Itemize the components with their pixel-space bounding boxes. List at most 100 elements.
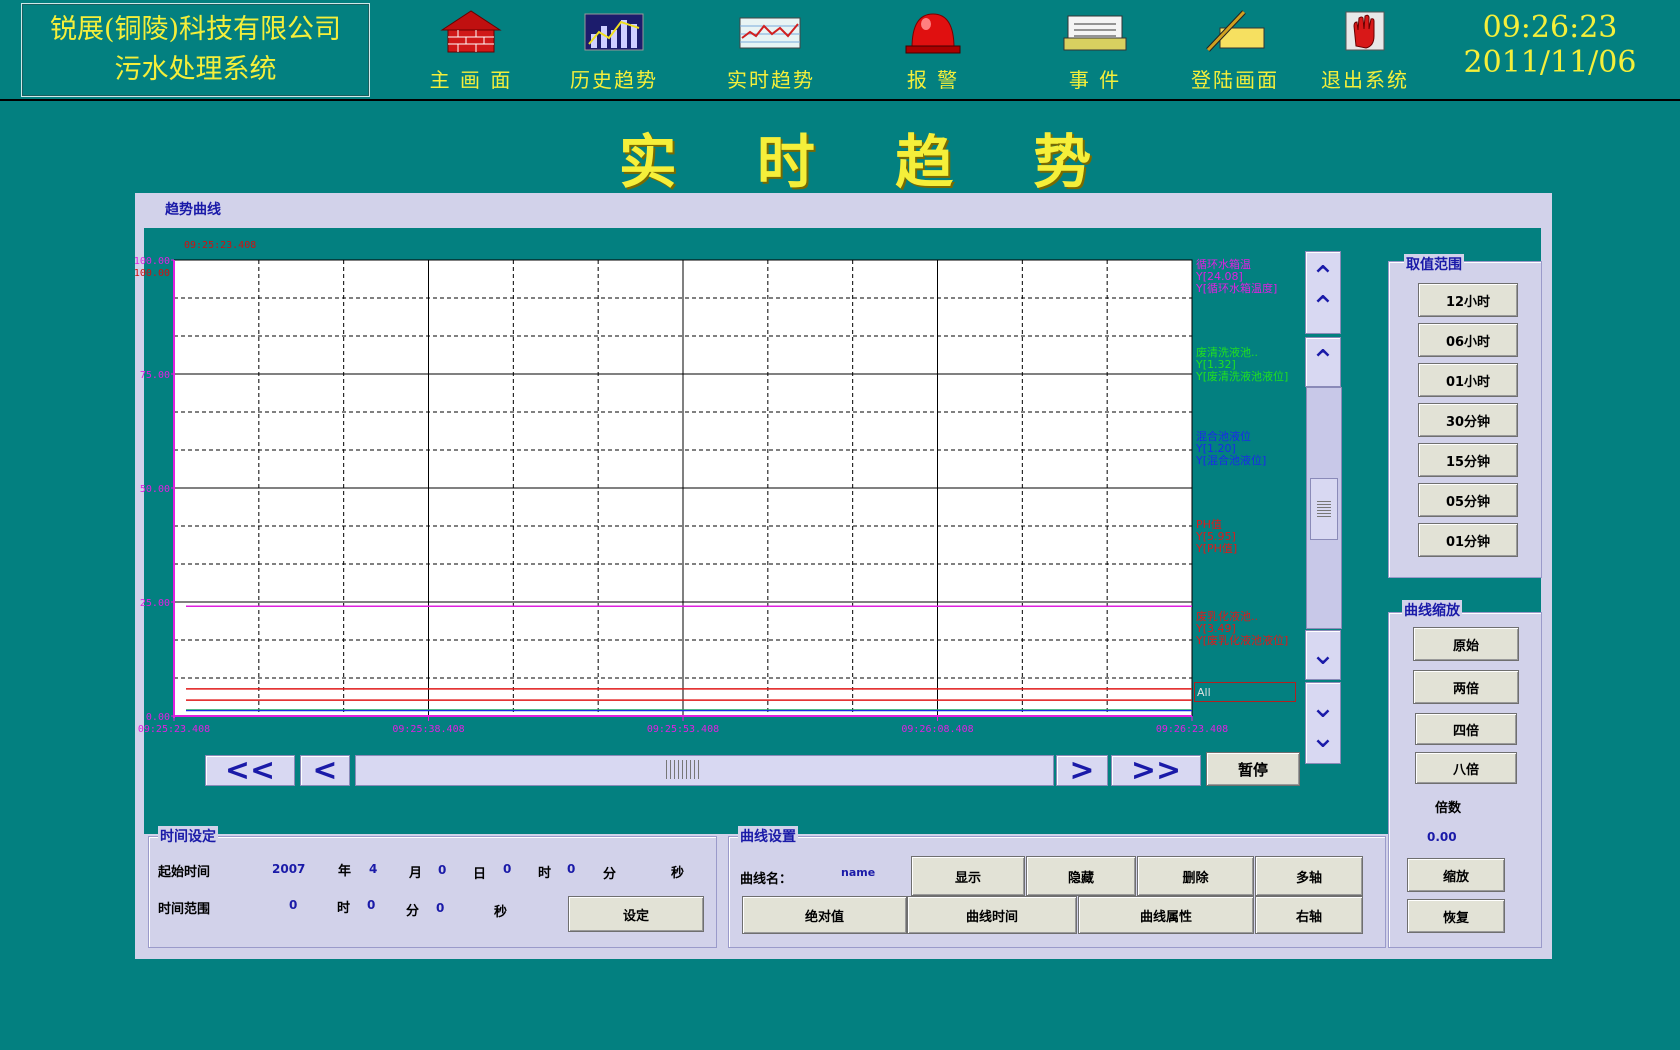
time-set-button[interactable]: 设定 xyxy=(568,896,704,932)
zoom-original-button[interactable]: 原始 xyxy=(1413,627,1519,661)
current-date: 2011/11/06 xyxy=(1463,45,1637,80)
nav-events[interactable]: 事 件 xyxy=(1030,8,1160,92)
range-minute-unit: 分 xyxy=(406,904,420,919)
y-tick-label: 0.00 xyxy=(146,712,170,723)
zoom-apply-button[interactable]: 缩放 xyxy=(1407,858,1505,892)
range-button[interactable]: 12小时 xyxy=(1418,283,1518,317)
nav-login[interactable]: 登陆画面 xyxy=(1170,8,1300,92)
range-button[interactable]: 05分钟 xyxy=(1418,483,1518,517)
y-tick-label: 50.00 xyxy=(140,484,170,495)
range-second-unit: 秒 xyxy=(494,905,508,920)
range-second-field[interactable]: 0 xyxy=(436,901,444,915)
clock: 09:26:23 2011/11/06 xyxy=(1455,10,1645,80)
alarm-light-icon xyxy=(905,13,961,54)
zoom-4x-button[interactable]: 四倍 xyxy=(1415,713,1517,745)
year-unit: 年 xyxy=(338,864,352,879)
nav-label: 历史趋势 xyxy=(570,68,658,92)
panel-tab-label: 趋势曲线 xyxy=(165,202,221,218)
zoom-2x-button[interactable]: 两倍 xyxy=(1413,670,1519,704)
month-unit: 月 xyxy=(409,866,423,881)
range-button[interactable]: 30分钟 xyxy=(1418,403,1518,437)
curve-name-value[interactable]: name xyxy=(841,866,875,879)
legend-filter-value: All xyxy=(1197,686,1211,699)
zoom-8x-button[interactable]: 八倍 xyxy=(1415,752,1517,784)
system-name: 污水处理系统 xyxy=(114,54,277,85)
minute-unit: 分 xyxy=(603,867,617,882)
scroll-prev-button[interactable]: < xyxy=(300,753,350,788)
range-hour-field[interactable]: 0 xyxy=(289,898,297,912)
line-chart-icon xyxy=(739,17,801,49)
curve-absolute-button[interactable]: 绝对值 xyxy=(742,896,907,934)
curve-name-label: 曲线名： xyxy=(740,872,793,887)
start-day-field[interactable]: 0 xyxy=(438,863,446,877)
legend-entry-text: 混合池液位 xyxy=(1196,429,1251,443)
curve-right-axis-button[interactable]: 右轴 xyxy=(1255,896,1363,934)
zoom-restore-button[interactable]: 恢复 xyxy=(1407,899,1505,933)
range-button[interactable]: 15分钟 xyxy=(1418,443,1518,477)
start-minute-field[interactable]: 0 xyxy=(567,862,575,876)
horizontal-scroll-track[interactable] xyxy=(355,755,1054,786)
scroll-bottom-button[interactable]: ⌄ ⌄ xyxy=(1305,682,1341,764)
nav-alarm[interactable]: 报 警 xyxy=(868,8,998,92)
range-button[interactable]: 06小时 xyxy=(1418,323,1518,357)
range-minute-field[interactable]: 0 xyxy=(367,898,375,912)
start-year-field[interactable]: 2007 xyxy=(272,862,305,876)
start-hour-field[interactable]: 0 xyxy=(503,862,511,876)
trend-chart[interactable]: 100.00 75.00 50.00 25.00 0.00 100.00 09:25:23.… xyxy=(124,240,1304,740)
curve-multi-axis-button[interactable]: 多轴 xyxy=(1255,856,1363,896)
left-icon: < xyxy=(312,753,338,788)
x-tick-label: 09:26:23.408 xyxy=(1156,724,1228,735)
vertical-scroll-track[interactable] xyxy=(1306,387,1342,629)
scroll-top-button[interactable]: ⌃ ⌃ xyxy=(1305,251,1341,334)
time-range-label: 时间范围 xyxy=(158,902,211,917)
down-icon: ⌄ xyxy=(1310,637,1336,672)
nav-label: 报 警 xyxy=(906,68,960,92)
hour-unit: 时 xyxy=(538,866,552,881)
y-tick-label: 25.00 xyxy=(140,598,170,609)
double-down-icon: ⌄ ⌄ xyxy=(1310,690,1336,755)
curve-time-button[interactable]: 曲线时间 xyxy=(907,896,1077,934)
double-up-icon: ⌃ ⌃ xyxy=(1310,259,1336,325)
y-tick-label: 100.00 xyxy=(134,256,170,267)
pause-button[interactable]: 暂停 xyxy=(1206,752,1300,786)
y-tick-label-secondary: 100.00 xyxy=(134,268,170,279)
scroll-first-button[interactable]: << xyxy=(205,753,295,788)
legend-filter-box[interactable]: All xyxy=(1194,682,1296,702)
time-group-title: 时间设定 xyxy=(158,826,218,846)
nav-realtime-trend[interactable]: 实时趋势 xyxy=(706,8,836,92)
start-time-label: 起始时间 xyxy=(158,865,211,880)
scroll-next-button[interactable]: > xyxy=(1056,753,1108,788)
range-hour-unit: 时 xyxy=(337,901,351,916)
curve-hide-button[interactable]: 隐藏 xyxy=(1026,856,1136,896)
curve-group-title: 曲线设置 xyxy=(738,826,798,846)
zoom-factor-value: 0.00 xyxy=(1427,830,1457,844)
x-tick-label: 09:25:53.408 xyxy=(647,724,719,735)
nav-main-screen[interactable]: 主 画 面 xyxy=(406,8,536,92)
horizontal-scroll-thumb[interactable] xyxy=(663,760,699,779)
legend-entry-text: Y[废清洗液池液位] xyxy=(1195,369,1288,383)
scroll-down-button[interactable]: ⌄ xyxy=(1305,630,1341,680)
bar-chart-icon xyxy=(584,13,644,51)
range-group-title: 取值范围 xyxy=(1404,254,1464,274)
zoom-factor-label: 倍数 xyxy=(1435,801,1462,816)
nav-exit[interactable]: 退出系统 xyxy=(1300,8,1430,92)
range-button[interactable]: 01小时 xyxy=(1418,363,1518,397)
day-unit: 日 xyxy=(473,867,487,882)
stop-hand-icon xyxy=(1345,11,1385,51)
up-icon: ⌃ xyxy=(1310,344,1336,379)
curve-delete-button[interactable]: 删除 xyxy=(1137,856,1254,896)
right-icon: > xyxy=(1069,753,1095,788)
legend-entry-text: 废乳化液池.. xyxy=(1196,609,1258,623)
curve-properties-button[interactable]: 曲线属性 xyxy=(1078,896,1254,934)
legend-entry-text: Y[废乳化液池液位] xyxy=(1195,633,1288,647)
house-icon xyxy=(440,10,502,53)
curve-show-button[interactable]: 显示 xyxy=(911,856,1025,896)
nav-history-trend[interactable]: 历史趋势 xyxy=(549,8,679,92)
scroll-up-button[interactable]: ⌃ xyxy=(1305,337,1341,387)
vertical-scroll-thumb[interactable] xyxy=(1310,478,1338,540)
scroll-last-button[interactable]: >> xyxy=(1111,753,1201,788)
nav-label: 主 画 面 xyxy=(429,68,513,92)
range-button[interactable]: 01分钟 xyxy=(1418,523,1518,557)
x-tick-label: 09:26:08.408 xyxy=(901,724,973,735)
start-month-field[interactable]: 4 xyxy=(369,862,377,876)
